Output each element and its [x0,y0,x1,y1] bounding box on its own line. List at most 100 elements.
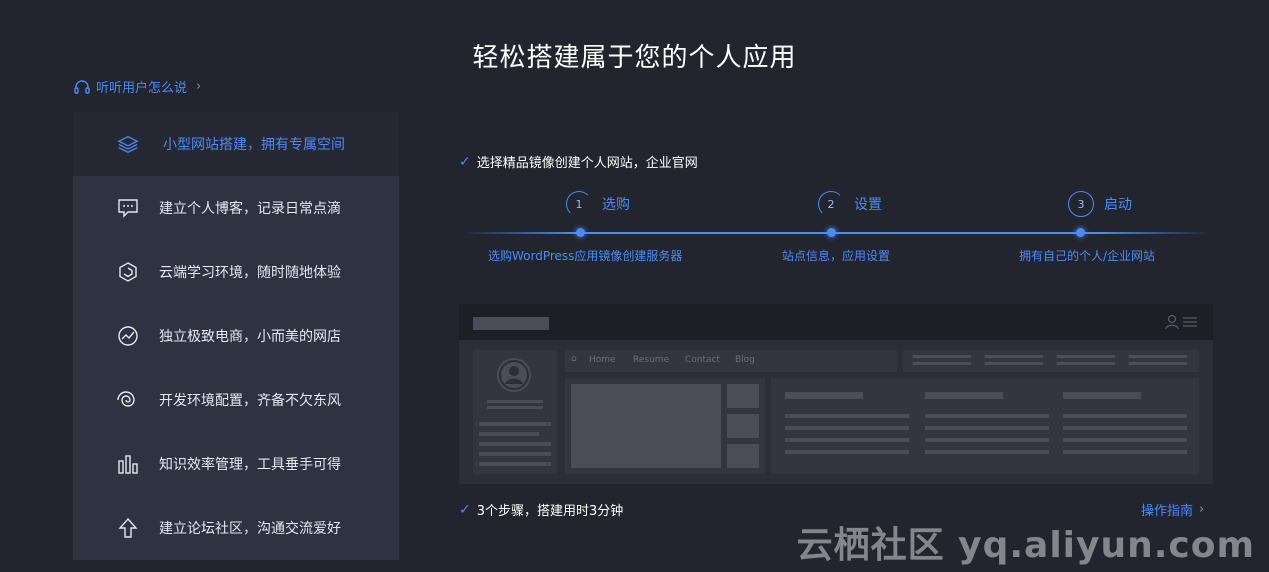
preview-nav: ⌂ Home Resume Contact Blog [565,350,897,372]
bar [727,384,759,408]
bar [785,392,863,399]
bar [479,442,551,446]
user-menu-icon [1165,314,1199,334]
bar [985,362,1043,365]
preview-nav-contact: Contact [685,355,721,365]
preview-profile-card [473,350,557,474]
bar [1063,392,1141,399]
arrow-up-icon [117,517,139,539]
website-preview: ⌂ Home Resume Contact Blog [459,304,1213,484]
bar [1063,450,1187,454]
bar [913,355,971,358]
step-label: 启动 [1104,197,1132,213]
sidebar-item-cloud-learning[interactable]: 云端学习环境，随时随地体验 [73,240,399,304]
bar [1057,362,1115,365]
bar [487,400,543,403]
layers-icon [117,133,139,155]
sidebar-item-label: 建立论坛社区，沟通交流爱好 [159,521,341,537]
home-icon: ⌂ [571,354,577,364]
sidebar-item-dev-env[interactable]: 开发环境配置，齐备不欠东风 [73,368,399,432]
headline-text: 选择精品镜像创建个人网站，企业官网 [476,156,698,171]
sidebar-item-label: 独立极致电商，小而美的网店 [159,329,341,345]
step-dot [1076,228,1085,237]
watermark: 云栖社区 yq.aliyun.com [796,525,1255,566]
step-number: 1 [566,191,592,217]
bar [1129,355,1187,358]
preview-nav-blog: Blog [735,355,755,365]
step-label: 设置 [854,197,882,213]
step-number: 2 [818,191,844,217]
preview-nav-home: Home [589,355,616,365]
step-desc: 站点信息，应用设置 [782,249,891,263]
preview-header-right [903,350,1199,372]
step-2: 2 设置 [818,191,882,217]
check-icon: ✓ [459,501,471,518]
sidebar-item-label: 云端学习环境，随时随地体验 [159,265,341,281]
bar [785,438,909,442]
chat-bubble-icon [117,197,139,219]
preview-nav-resume: Resume [633,355,670,365]
hexagon-icon [117,261,139,283]
bar [727,444,759,468]
step-desc: 拥有自己的个人/企业网站 [1019,249,1156,263]
step-3: 3 启动 [1068,191,1132,217]
footer-note: ✓ 3个步骤，搭建用时3分钟 [459,500,624,520]
bar [1063,438,1187,442]
bar [925,438,1049,442]
sidebar-item-forum[interactable]: 建立论坛社区，沟通交流爱好 [73,496,399,560]
steps-progress-line [462,232,1212,234]
avatar [497,358,531,392]
listen-users-link[interactable]: 听听用户怎么说 › [73,77,201,96]
bar [785,450,909,454]
step-1: 1 选购 [566,191,630,217]
step-label: 选购 [602,197,630,213]
bar [1057,355,1115,358]
headline: ✓ 选择精品镜像创建个人网站，企业官网 [459,152,698,172]
bar [785,426,909,430]
chevron-right-icon: › [196,79,202,94]
footer-note-text: 3个步骤，搭建用时3分钟 [476,504,624,519]
sidebar-item-small-site[interactable]: 小型网站搭建，拥有专属空间 [73,112,399,176]
bar [985,355,1043,358]
sidebar-item-ecommerce[interactable]: 独立极致电商，小而美的网店 [73,304,399,368]
bar [487,406,543,409]
step-desc: 选购WordPress应用镜像创建服务器 [488,249,683,263]
sidebar-item-blog[interactable]: 建立个人博客，记录日常点滴 [73,176,399,240]
bar [925,426,1049,430]
bar [925,450,1049,454]
bar [479,452,551,456]
spiral-icon [117,389,139,411]
preview-topbar [459,304,1213,340]
trend-circle-icon [117,325,139,347]
sidebar-item-label: 知识效率管理，工具垂手可得 [159,457,341,473]
bar [479,422,551,426]
check-icon: ✓ [459,153,471,170]
sidebar-item-label: 小型网站搭建，拥有专属空间 [163,137,345,153]
preview-columns [771,378,1199,474]
bar [479,432,539,436]
scenario-sidebar: 小型网站搭建，拥有专属空间 建立个人博客，记录日常点滴 云端学习环境，随时随地体… [73,112,399,560]
sidebar-item-label: 建立个人博客，记录日常点滴 [159,201,341,217]
step-dot [576,228,585,237]
preview-logo [473,317,549,330]
bar [785,414,909,418]
bar [1063,414,1187,418]
step-dot [827,228,836,237]
bar [571,384,721,468]
bar [925,414,1049,418]
chevron-right-icon: › [1199,502,1205,517]
page-title: 轻松搭建属于您的个人应用 [472,43,797,73]
preview-gallery [565,378,765,474]
headset-icon [73,79,91,95]
bar [1129,362,1187,365]
bar [479,462,551,466]
bar-chart-icon [117,453,139,475]
listen-users-label: 听听用户怎么说 [96,81,188,96]
bar [925,392,1003,399]
sidebar-item-knowledge[interactable]: 知识效率管理，工具垂手可得 [73,432,399,496]
bar [913,362,971,365]
bar [1063,426,1187,430]
step-number: 3 [1068,191,1094,217]
sidebar-item-label: 开发环境配置，齐备不欠东风 [159,393,341,409]
bar [727,414,759,438]
